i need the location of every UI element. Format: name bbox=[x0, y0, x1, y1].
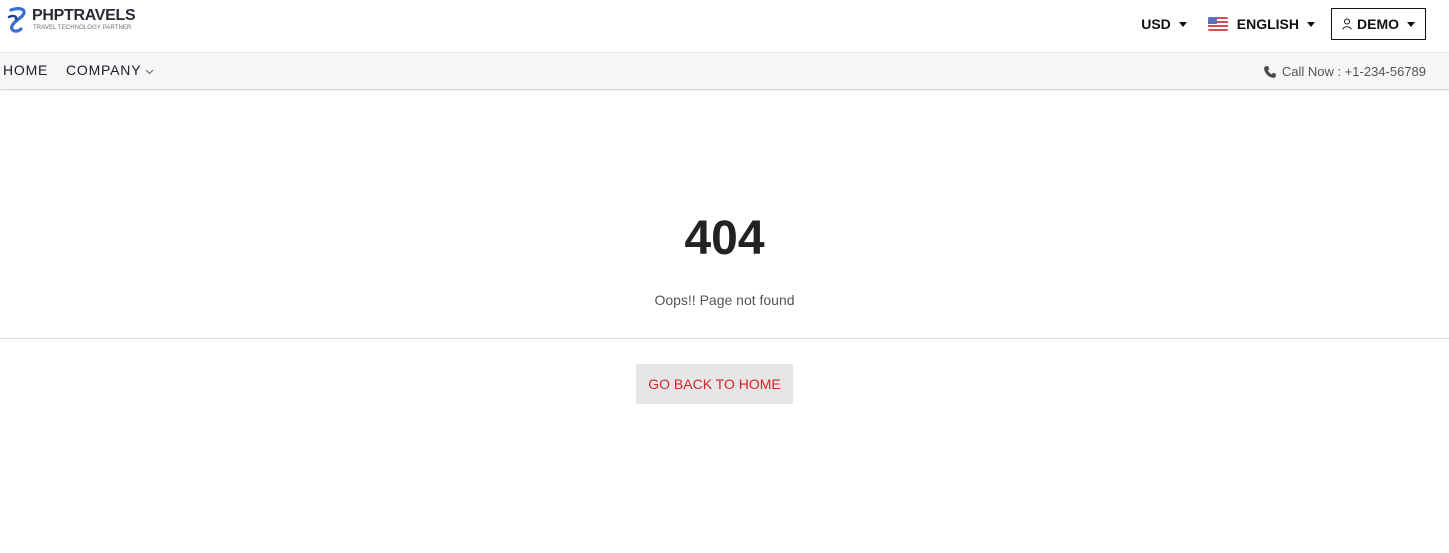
call-now-text: Call Now : +1-234-56789 bbox=[1281, 64, 1426, 79]
nav-company-label: COMPANY bbox=[66, 62, 142, 78]
divider bbox=[0, 338, 1449, 339]
go-back-home-button[interactable]: GO BACK TO HOME bbox=[636, 364, 793, 404]
error-code: 404 bbox=[684, 212, 765, 265]
account-label: DEMO bbox=[1357, 16, 1399, 32]
account-dropdown-button[interactable]: DEMO bbox=[1331, 8, 1426, 40]
phone-icon bbox=[1263, 65, 1276, 78]
call-now[interactable]: Call Now : +1-234-56789 bbox=[1263, 64, 1426, 79]
currency-label: USD bbox=[1141, 16, 1171, 32]
language-dropdown[interactable]: ENGLISH bbox=[1207, 16, 1315, 32]
language-label: ENGLISH bbox=[1236, 16, 1299, 32]
nav-home-label: HOME bbox=[3, 62, 49, 78]
main-nav: HOME COMPANY Call Now : +1-234-56789 bbox=[0, 53, 1449, 90]
caret-down-icon bbox=[1307, 21, 1315, 27]
header-controls: USD ENGLISH DEMO bbox=[1141, 7, 1426, 41]
nav-home[interactable]: HOME bbox=[3, 62, 48, 78]
logo[interactable]: PHPTRAVELS TRAVEL TECHNOLOGY PARTNER bbox=[5, 6, 145, 36]
logo-mark-icon bbox=[7, 7, 26, 33]
chevron-down-icon bbox=[146, 69, 154, 74]
error-message: Oops!! Page not found bbox=[654, 292, 795, 308]
caret-down-icon bbox=[1407, 21, 1415, 27]
caret-down-icon bbox=[1178, 21, 1187, 27]
logo-name: PHPTRAVELS bbox=[32, 7, 136, 24]
us-flag-icon bbox=[1207, 17, 1228, 31]
nav-company[interactable]: COMPANY bbox=[66, 62, 154, 78]
currency-dropdown[interactable]: USD bbox=[1141, 16, 1187, 32]
user-icon bbox=[1342, 18, 1352, 30]
logo-tagline: TRAVEL TECHNOLOGY PARTNER bbox=[33, 25, 132, 31]
top-header: PHPTRAVELS TRAVEL TECHNOLOGY PARTNER USD… bbox=[0, 0, 1449, 53]
